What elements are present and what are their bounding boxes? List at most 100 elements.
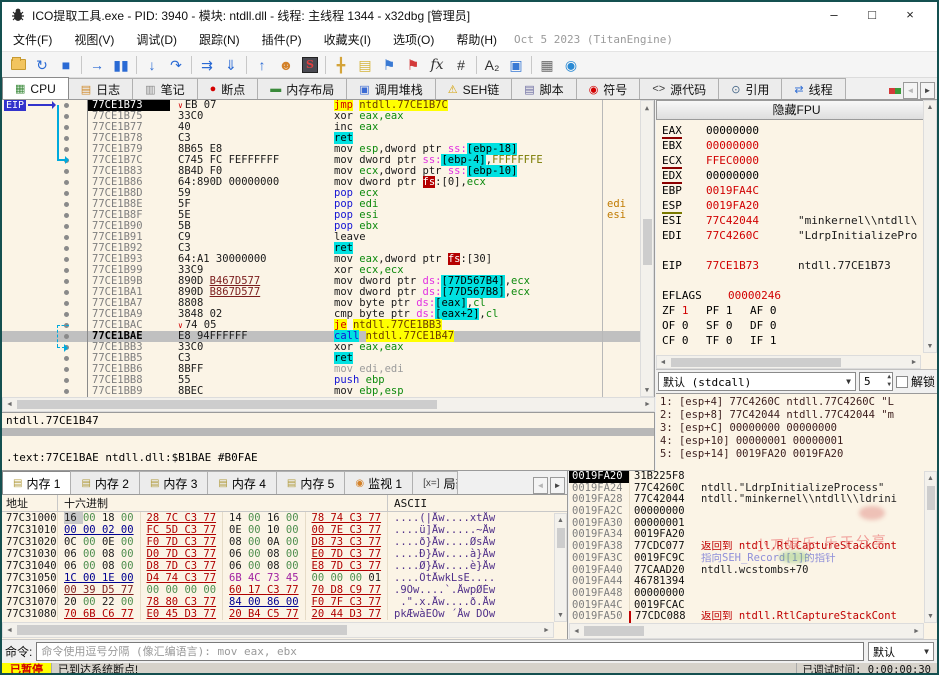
- attach-icon[interactable]: ▣: [504, 54, 528, 76]
- scroll-left-icon[interactable]: ◄: [657, 356, 669, 368]
- menu-item-5[interactable]: 收藏夹(I): [313, 28, 382, 52]
- breakpoint-gutter[interactable]: [2, 276, 88, 287]
- stop-icon[interactable]: ■: [54, 54, 78, 76]
- tab-notes[interactable]: ▥ 笔记: [132, 78, 198, 99]
- scroll-up-icon[interactable]: ▲: [925, 472, 936, 484]
- patches-icon[interactable]: ╋: [329, 54, 353, 76]
- skip-exceptions-icon[interactable]: S: [298, 54, 322, 76]
- minimize-button[interactable]: –: [815, 2, 853, 28]
- flags-row[interactable]: ZF 1 PF 1 AF 0: [662, 303, 937, 318]
- register-row[interactable]: EBX 00000000: [662, 138, 937, 153]
- dump-tab-memory-dump[interactable]: ▤ 内存 5: [275, 471, 346, 494]
- breakpoint-gutter[interactable]: [2, 232, 88, 243]
- command-profile-select[interactable]: 默认 ▼: [868, 642, 934, 661]
- dump-row[interactable]: 77C31020 0C 00 0E 00 F0 7D C3 77 08 00 0A 0…: [2, 536, 567, 548]
- breakpoint-dot-icon[interactable]: [64, 377, 69, 383]
- scroll-up-icon[interactable]: ▲: [555, 514, 566, 526]
- stack-vscrollbar[interactable]: ▲ ▼: [924, 471, 937, 623]
- maximize-button[interactable]: □: [853, 2, 891, 28]
- eflags-row[interactable]: EFLAGS 00000246: [662, 288, 937, 303]
- breakpoint-dot-icon[interactable]: [64, 333, 69, 339]
- register-value[interactable]: 77C4260C: [706, 228, 798, 243]
- dump-tab-memory-dump[interactable]: ▤ 内存 4: [207, 471, 277, 494]
- scroll-left-icon[interactable]: ◄: [3, 398, 16, 411]
- register-row[interactable]: EIP 77CE1B73 ntdll.77CE1B73: [662, 258, 937, 273]
- stack-row[interactable]: 0019FA3C 0019FC9C 指向SEH_Record[1]的指针: [569, 552, 937, 565]
- breakpoint-gutter[interactable]: [2, 386, 88, 397]
- breakpoint-dot-icon[interactable]: [64, 289, 69, 295]
- menu-item-6[interactable]: 选项(O): [382, 28, 445, 52]
- breakpoint-dot-icon[interactable]: [64, 223, 69, 229]
- breakpoint-gutter[interactable]: [2, 320, 88, 331]
- menu-item-1[interactable]: 视图(V): [63, 28, 125, 52]
- tab-call-stack[interactable]: ▣ 调用堆栈: [346, 78, 436, 99]
- stack-row[interactable]: 0019FA20 31B225F8: [569, 471, 937, 483]
- breakpoint-dot-icon[interactable]: [64, 124, 69, 130]
- flags-row[interactable]: CF 0 TF 0 IF 1: [662, 333, 937, 348]
- argument-count-spinner[interactable]: 5 ▲ ▼: [858, 372, 893, 391]
- font-size-icon[interactable]: A₂: [480, 54, 504, 76]
- breakpoint-gutter[interactable]: [2, 342, 88, 353]
- close-button[interactable]: ×: [891, 2, 929, 28]
- menu-item-3[interactable]: 跟踪(N): [188, 28, 251, 52]
- step-into-icon[interactable]: ↓: [140, 54, 164, 76]
- run-to-user-code-icon[interactable]: ☻: [274, 54, 298, 76]
- breakpoint-dot-icon[interactable]: [64, 311, 69, 317]
- register-row[interactable]: ESI 77C42044 "minkernel\\ntdll\: [662, 213, 937, 228]
- breakpoint-gutter[interactable]: [2, 177, 88, 188]
- breakpoint-gutter[interactable]: [2, 243, 88, 254]
- breakpoint-dot-icon[interactable]: [64, 135, 69, 141]
- stack-row[interactable]: 0019FA30 00000001: [569, 517, 937, 530]
- breakpoint-dot-icon[interactable]: [64, 201, 69, 207]
- unlock-checkbox[interactable]: [895, 375, 908, 388]
- pause-icon[interactable]: ▮▮: [109, 54, 133, 76]
- step-out-icon[interactable]: ↑: [250, 54, 274, 76]
- dump-row[interactable]: 77C31030 06 00 08 00 D0 7D C3 77 06 00 08 0…: [2, 548, 567, 560]
- dump-tab-scroll-right-button[interactable]: ►: [550, 477, 565, 494]
- open-file-icon[interactable]: [6, 54, 30, 76]
- register-value[interactable]: 0019FA4C: [706, 183, 798, 198]
- dump-tab-memory-dump[interactable]: ▤ 内存 3: [138, 471, 209, 494]
- register-row[interactable]: EBP 0019FA4C: [662, 183, 937, 198]
- dump-tab-memory-dump[interactable]: ▤ 内存 1: [2, 471, 72, 494]
- calculator-icon[interactable]: ▦: [535, 54, 559, 76]
- breakpoint-dot-icon[interactable]: [64, 355, 69, 361]
- stack-row[interactable]: 0019FA48 00000000: [569, 587, 937, 600]
- tab-scroll-left-button[interactable]: ◄: [903, 81, 918, 99]
- breakpoint-gutter[interactable]: [2, 254, 88, 265]
- argument-row[interactable]: 1: [esp+4] 77C4260C ntdll.77C4260C "L: [660, 396, 937, 409]
- register-value[interactable]: 00000000: [706, 138, 798, 153]
- flag-zf[interactable]: ZF 1: [662, 303, 706, 318]
- tab-script[interactable]: ▤ 脚本: [511, 78, 577, 99]
- breakpoint-gutter[interactable]: [2, 166, 88, 177]
- menu-item-0[interactable]: 文件(F): [2, 28, 63, 52]
- breakpoint-gutter[interactable]: [2, 287, 88, 298]
- register-value[interactable]: 77CE1B73: [706, 258, 798, 273]
- stack-hscrollbar[interactable]: ◄ ►: [569, 623, 924, 639]
- dump-tab-watch[interactable]: ◉ 监视 1: [344, 471, 414, 494]
- scroll-left-icon[interactable]: ◄: [3, 623, 16, 637]
- scroll-up-icon[interactable]: ▲: [641, 101, 653, 114]
- breakpoint-dot-icon[interactable]: [64, 234, 69, 240]
- menu-item-2[interactable]: 调试(D): [125, 28, 188, 52]
- tab-cpu[interactable]: ▦ CPU: [2, 77, 69, 99]
- scroll-down-icon[interactable]: ▼: [555, 609, 566, 621]
- command-input[interactable]: [36, 642, 864, 661]
- breakpoint-gutter[interactable]: [2, 111, 88, 122]
- breakpoint-dot-icon[interactable]: [64, 366, 69, 372]
- tab-symbols[interactable]: ◉ 符号: [575, 78, 641, 99]
- stack-row[interactable]: 0019FA50 77CDC088 返回到 ntdll.RtlCaptureStac…: [569, 611, 937, 623]
- stack-row[interactable]: 0019FA38 77CDC077 返回到 ntdll.RtlCaptureStac…: [569, 540, 937, 553]
- tab-log[interactable]: ▤ 日志: [67, 78, 134, 99]
- flag-sf[interactable]: SF 0: [706, 318, 750, 333]
- dump-row[interactable]: 77C31080 70 6B C6 77 E0 45 D3 77 20 B4 C5 7…: [2, 608, 567, 620]
- trace-over-icon[interactable]: ⇓: [219, 54, 243, 76]
- step-over-icon[interactable]: ↷: [164, 54, 188, 76]
- tab-memory-map[interactable]: ▬ 内存布局: [257, 78, 348, 99]
- dump-row[interactable]: 77C31070 20 00 22 00 78 80 C3 77 84 00 86 0…: [2, 596, 567, 608]
- flag-af[interactable]: AF 0: [750, 303, 794, 318]
- string-refs-icon[interactable]: #: [449, 54, 473, 76]
- restart-icon[interactable]: ↻: [30, 54, 54, 76]
- disassembly-row[interactable]: 77CE1BB9 8BEC mov ebp,esp: [2, 386, 641, 397]
- flags-row[interactable]: OF 0 SF 0 DF 0: [662, 318, 937, 333]
